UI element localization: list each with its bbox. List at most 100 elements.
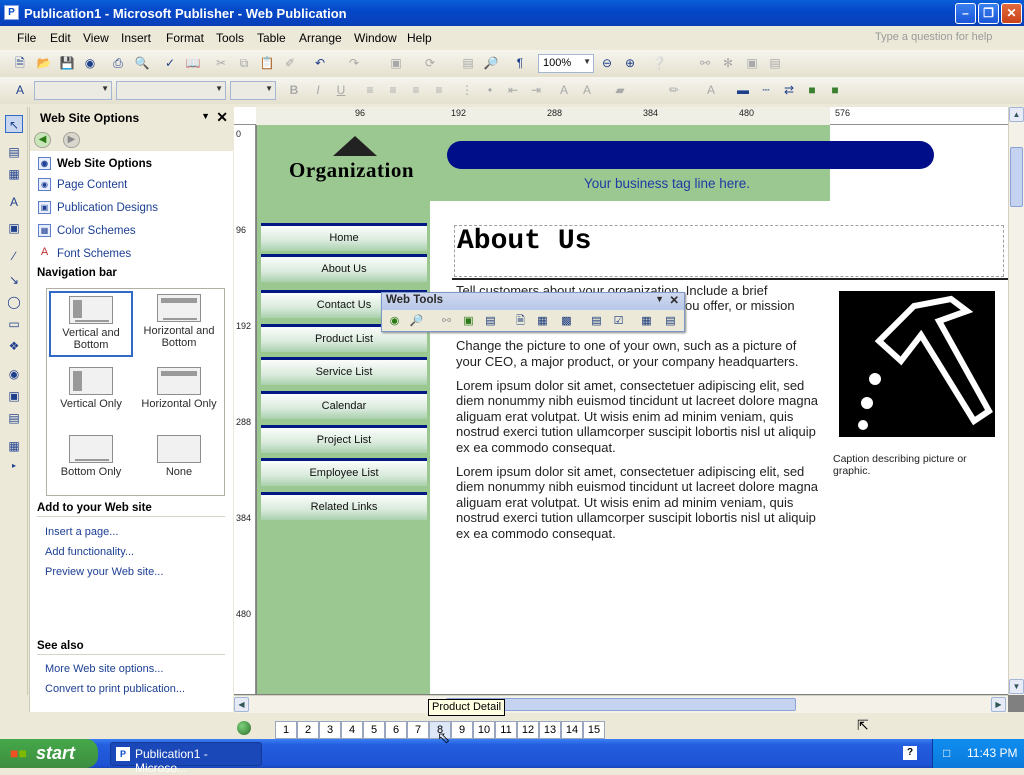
page-button-6[interactable]: 6: [385, 721, 407, 739]
web-page-properties-icon[interactable]: 🔎: [408, 313, 425, 330]
tp-item-font-schemes[interactable]: A Font Schemes: [38, 247, 131, 260]
picture-frame-icon[interactable]: ▣: [744, 55, 760, 71]
insert-page-icon[interactable]: 🗎: [512, 313, 529, 330]
copy-icon[interactable]: ⧉: [236, 55, 252, 71]
arrow-icon[interactable]: ↘: [5, 271, 23, 289]
open-icon[interactable]: 📂: [36, 55, 52, 71]
publication-page[interactable]: Organization Your business tag line here…: [257, 125, 1008, 694]
bring-to-front-icon[interactable]: ▣: [388, 55, 404, 71]
web-options-icon[interactable]: ▤: [588, 313, 605, 330]
font-color-icon[interactable]: A: [703, 82, 719, 98]
tp-item-page-content[interactable]: ◉ Page Content: [38, 178, 127, 191]
align-right-icon[interactable]: ≡: [408, 82, 424, 98]
back-icon[interactable]: ◀: [34, 132, 51, 148]
taskbar-app-button[interactable]: P Publication1 - Microso...: [110, 742, 262, 775]
menu-view[interactable]: View: [83, 31, 109, 45]
html-fragment-icon[interactable]: ▤: [5, 409, 23, 427]
hot-spot-icon[interactable]: ◉: [5, 365, 23, 383]
style-select[interactable]: ▼: [34, 81, 112, 100]
select-objects-icon[interactable]: ↖: [5, 115, 23, 133]
format-painter-icon[interactable]: ✐: [282, 55, 298, 71]
nav-button-about-us[interactable]: About Us: [261, 254, 427, 282]
redo-icon[interactable]: ↷: [346, 55, 362, 71]
text-frame-icon[interactable]: ▤: [767, 55, 783, 71]
form-control-icon[interactable]: ▣: [5, 387, 23, 405]
numbering-icon[interactable]: ⋮: [459, 82, 475, 98]
menu-format[interactable]: Format: [166, 31, 204, 45]
page-button-13[interactable]: 13: [539, 721, 561, 739]
page-button-14[interactable]: 14: [561, 721, 583, 739]
tp-item-web-site-options[interactable]: ◉ Web Site Options: [38, 157, 152, 170]
close-icon[interactable]: ✕: [216, 109, 228, 126]
underline-icon[interactable]: U: [333, 82, 349, 98]
more-tools-icon[interactable]: ▸: [5, 457, 23, 475]
tagline[interactable]: Your business tag line here.: [497, 176, 837, 191]
increase-font-icon[interactable]: A: [579, 82, 595, 98]
page-button-4[interactable]: 4: [341, 721, 363, 739]
break-link-icon[interactable]: ✻: [720, 55, 736, 71]
nav-option-vertical-bottom[interactable]: Vertical and Bottom: [49, 291, 133, 357]
print-icon[interactable]: ⎙: [110, 55, 126, 71]
check-box-icon[interactable]: ☑: [610, 313, 627, 330]
zoom-select[interactable]: 100% ▼: [538, 54, 594, 73]
page-button-2[interactable]: 2: [297, 721, 319, 739]
page-button-11[interactable]: 11: [495, 721, 517, 739]
scroll-left-icon[interactable]: ◀: [234, 697, 249, 712]
background-icon[interactable]: ▣: [460, 313, 477, 330]
zoom-page-icon[interactable]: 🔎: [483, 55, 499, 71]
nav-button-calendar[interactable]: Calendar: [261, 391, 427, 419]
page-button-9[interactable]: 9: [451, 721, 473, 739]
page-heading[interactable]: About Us: [457, 226, 591, 257]
hot-spot-icon[interactable]: ▦: [638, 313, 655, 330]
scroll-up-icon[interactable]: ▲: [1009, 107, 1024, 122]
insert-page-link[interactable]: Insert a page...: [45, 526, 118, 538]
nav-option-vertical-only[interactable]: Vertical Only: [49, 364, 133, 428]
network-icon[interactable]: □: [943, 746, 950, 760]
decrease-indent-icon[interactable]: ⇤: [505, 82, 521, 98]
web-tools-titlebar[interactable]: Web Tools ▼ ✕: [382, 293, 684, 310]
close-button[interactable]: ✕: [1001, 3, 1022, 24]
font-select[interactable]: ▼: [116, 81, 226, 100]
font-size-select[interactable]: ▼: [230, 81, 276, 100]
research-icon[interactable]: 📖: [185, 55, 201, 71]
paste-icon[interactable]: 📋: [259, 55, 275, 71]
forward-icon[interactable]: ▶: [63, 132, 80, 148]
menu-help[interactable]: Help: [407, 31, 432, 45]
nav-button-home[interactable]: Home: [261, 223, 427, 251]
cut-icon[interactable]: ✂: [213, 55, 229, 71]
maximize-button[interactable]: ❐: [978, 3, 999, 24]
organization-logo[interactable]: Organization: [289, 134, 437, 189]
navigation-bar-icon[interactable]: ▤: [482, 313, 499, 330]
help-icon[interactable]: ?: [903, 746, 917, 760]
wordart-icon[interactable]: A: [5, 193, 23, 211]
chevron-down-icon[interactable]: ▼: [655, 294, 664, 304]
web-page-preview-icon[interactable]: ◉: [386, 313, 403, 330]
scroll-down-icon[interactable]: ▼: [1009, 679, 1024, 694]
link-icon[interactable]: ⚯: [697, 55, 713, 71]
nav-option-horizontal-only[interactable]: Horizontal Only: [137, 364, 221, 428]
dash-style-icon[interactable]: ┄: [758, 82, 774, 98]
align-center-icon[interactable]: ≡: [385, 82, 401, 98]
vertical-scroll-thumb[interactable]: [1010, 147, 1023, 207]
text-box-icon[interactable]: ▤: [662, 313, 679, 330]
page-button-3[interactable]: 3: [319, 721, 341, 739]
tp-item-publication-designs[interactable]: ▣ Publication Designs: [38, 201, 158, 214]
nav-option-bottom-only[interactable]: Bottom Only: [49, 432, 133, 496]
italic-icon[interactable]: I: [310, 82, 326, 98]
scroll-right-icon[interactable]: ▶: [991, 697, 1006, 712]
align-left-icon[interactable]: ≡: [362, 82, 378, 98]
rectangle-icon[interactable]: ▭: [5, 315, 23, 333]
bullets-icon[interactable]: •: [482, 82, 498, 98]
nav-button-related-links[interactable]: Related Links: [261, 492, 427, 520]
menu-insert[interactable]: Insert: [121, 31, 151, 45]
insert-table-icon[interactable]: ▦: [5, 165, 23, 183]
page-button-1[interactable]: 1: [275, 721, 297, 739]
web-tools-toolbar[interactable]: Web Tools ▼ ✕ ◉ 🔎 ⚯ ▣ ▤ 🗎 ▦ ▩ ▤ ☑ ▦ ▤: [381, 292, 685, 332]
page-button-7[interactable]: 7: [407, 721, 429, 739]
arrow-style-icon[interactable]: ⇄: [781, 82, 797, 98]
fill-color-icon[interactable]: ▰: [612, 82, 628, 98]
special-characters-icon[interactable]: ¶: [512, 55, 528, 71]
preview-site-link[interactable]: Preview your Web site...: [45, 566, 163, 578]
menu-table[interactable]: Table: [257, 31, 286, 45]
line-color-icon[interactable]: ✏: [666, 82, 682, 98]
